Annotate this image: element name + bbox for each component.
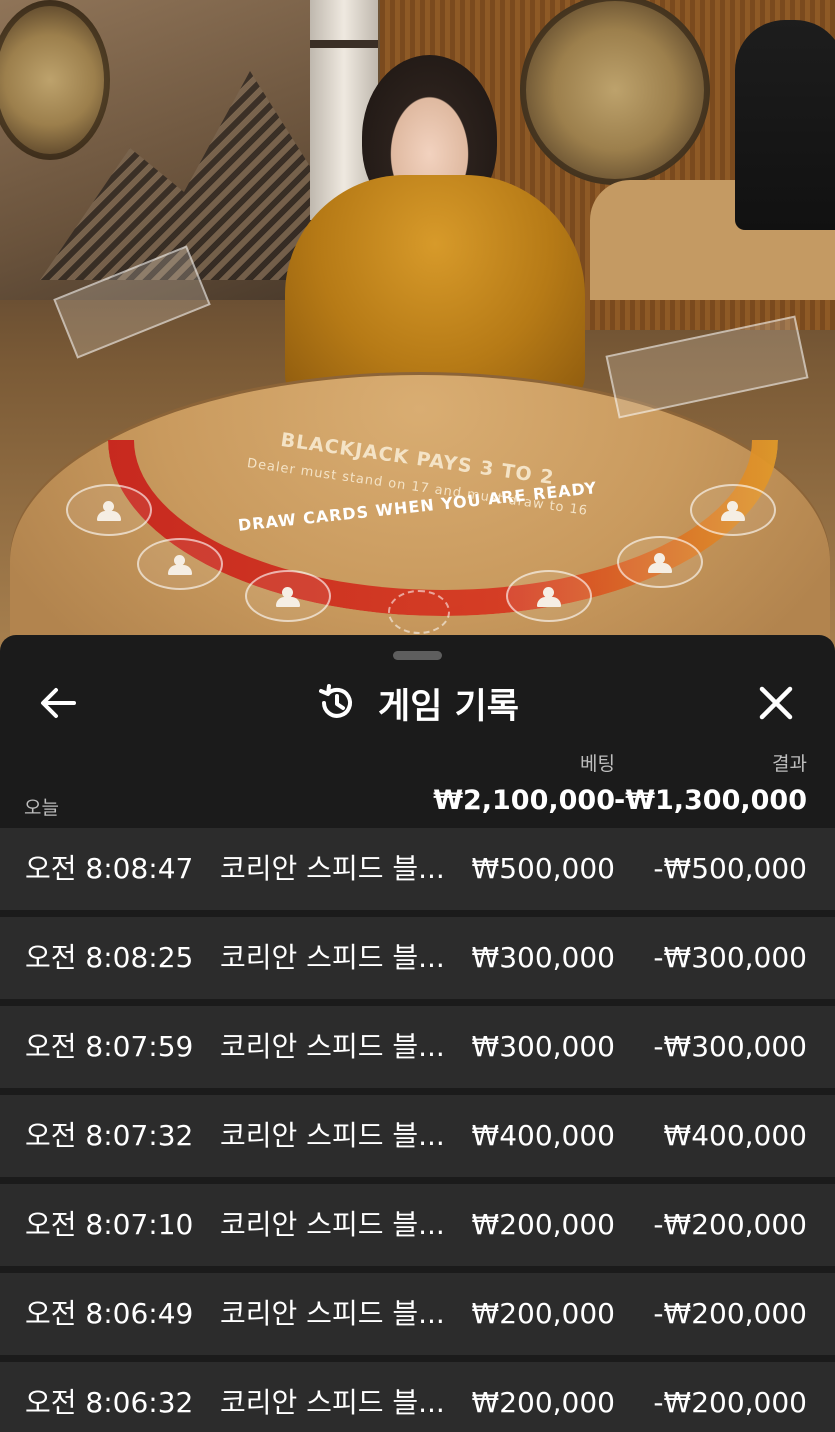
seat-user-icon bbox=[645, 553, 675, 573]
history-row[interactable]: 오전 8:07:59 코리안 스피드 블... ₩300,000 -₩300,0… bbox=[0, 1006, 835, 1088]
seat-position bbox=[66, 484, 152, 536]
row-result: -₩200,000 bbox=[653, 1386, 807, 1419]
row-time: 오전 8:06:49 bbox=[25, 1297, 194, 1330]
game-history-panel: 게임 기록 베팅 결과 오늘 ₩2,100,000 -₩1,300,000 오전… bbox=[0, 635, 835, 1432]
row-result: -₩500,000 bbox=[653, 852, 807, 885]
panel-title-group: 게임 기록 bbox=[0, 675, 835, 731]
table-logo bbox=[388, 590, 450, 634]
seat-position bbox=[137, 538, 223, 590]
row-time: 오전 8:07:59 bbox=[25, 1030, 194, 1063]
panel-header: 게임 기록 bbox=[0, 675, 835, 731]
dealer bbox=[285, 175, 585, 405]
row-result: -₩300,000 bbox=[653, 941, 807, 974]
row-game: 코리안 스피드 블... bbox=[220, 1297, 445, 1330]
row-bet: ₩500,000 bbox=[471, 852, 615, 885]
total-bet: ₩2,100,000 bbox=[433, 785, 615, 816]
drag-handle[interactable] bbox=[393, 651, 442, 660]
row-time: 오전 8:07:32 bbox=[25, 1119, 194, 1152]
row-game: 코리안 스피드 블... bbox=[220, 1208, 445, 1241]
date-group-label: 오늘 bbox=[24, 797, 59, 819]
seat-user-icon bbox=[534, 587, 564, 607]
seat-user-icon bbox=[273, 587, 303, 607]
row-time: 오전 8:06:32 bbox=[25, 1386, 194, 1419]
row-game: 코리안 스피드 블... bbox=[220, 941, 445, 974]
row-result: -₩300,000 bbox=[653, 1030, 807, 1063]
history-row[interactable]: 오전 8:06:32 코리안 스피드 블... ₩200,000 -₩200,0… bbox=[0, 1362, 835, 1432]
seat-user-icon bbox=[94, 501, 124, 521]
history-row[interactable]: 오전 8:07:32 코리안 스피드 블... ₩400,000 ₩400,00… bbox=[0, 1095, 835, 1177]
card-shoe bbox=[605, 315, 809, 419]
live-video-view: BLACKJACK PAYS 3 TO 2 Dealer must stand … bbox=[0, 0, 835, 660]
other-dealer bbox=[735, 20, 835, 230]
row-bet: ₩400,000 bbox=[471, 1119, 615, 1152]
row-bet: ₩200,000 bbox=[471, 1208, 615, 1241]
total-result: -₩1,300,000 bbox=[613, 785, 807, 816]
row-result: ₩400,000 bbox=[663, 1119, 807, 1152]
history-row[interactable]: 오전 8:08:47 코리안 스피드 블... ₩500,000 -₩500,0… bbox=[0, 828, 835, 910]
history-clock-icon bbox=[319, 684, 352, 718]
row-bet: ₩300,000 bbox=[471, 941, 615, 974]
history-row[interactable]: 오전 8:06:49 코리안 스피드 블... ₩200,000 -₩200,0… bbox=[0, 1273, 835, 1355]
seat-user-icon bbox=[718, 501, 748, 521]
row-bet: ₩200,000 bbox=[471, 1297, 615, 1330]
row-game: 코리안 스피드 블... bbox=[220, 1030, 445, 1063]
row-bet: ₩300,000 bbox=[471, 1030, 615, 1063]
wall-medallion bbox=[520, 0, 710, 185]
page-title: 게임 기록 bbox=[378, 686, 519, 727]
row-time: 오전 8:07:10 bbox=[25, 1208, 194, 1241]
column-header-result: 결과 bbox=[772, 753, 807, 775]
row-game: 코리안 스피드 블... bbox=[220, 1386, 445, 1419]
column-header-bet: 베팅 bbox=[580, 753, 615, 775]
close-icon bbox=[759, 686, 793, 720]
row-result: -₩200,000 bbox=[653, 1297, 807, 1330]
row-bet: ₩200,000 bbox=[471, 1386, 615, 1419]
seat-position bbox=[245, 570, 331, 622]
history-row[interactable]: 오전 8:08:25 코리안 스피드 블... ₩300,000 -₩300,0… bbox=[0, 917, 835, 999]
row-time: 오전 8:08:25 bbox=[25, 941, 194, 974]
row-time: 오전 8:08:47 bbox=[25, 852, 194, 885]
seat-user-icon bbox=[165, 555, 195, 575]
history-list: 오전 8:08:47 코리안 스피드 블... ₩500,000 -₩500,0… bbox=[0, 828, 835, 1432]
row-result: -₩200,000 bbox=[653, 1208, 807, 1241]
row-game: 코리안 스피드 블... bbox=[220, 852, 445, 885]
close-button[interactable] bbox=[754, 681, 798, 725]
row-game: 코리안 스피드 블... bbox=[220, 1119, 445, 1152]
seat-position bbox=[617, 536, 703, 588]
history-row[interactable]: 오전 8:07:10 코리안 스피드 블... ₩200,000 -₩200,0… bbox=[0, 1184, 835, 1266]
seat-position bbox=[506, 570, 592, 622]
seat-position bbox=[690, 484, 776, 536]
